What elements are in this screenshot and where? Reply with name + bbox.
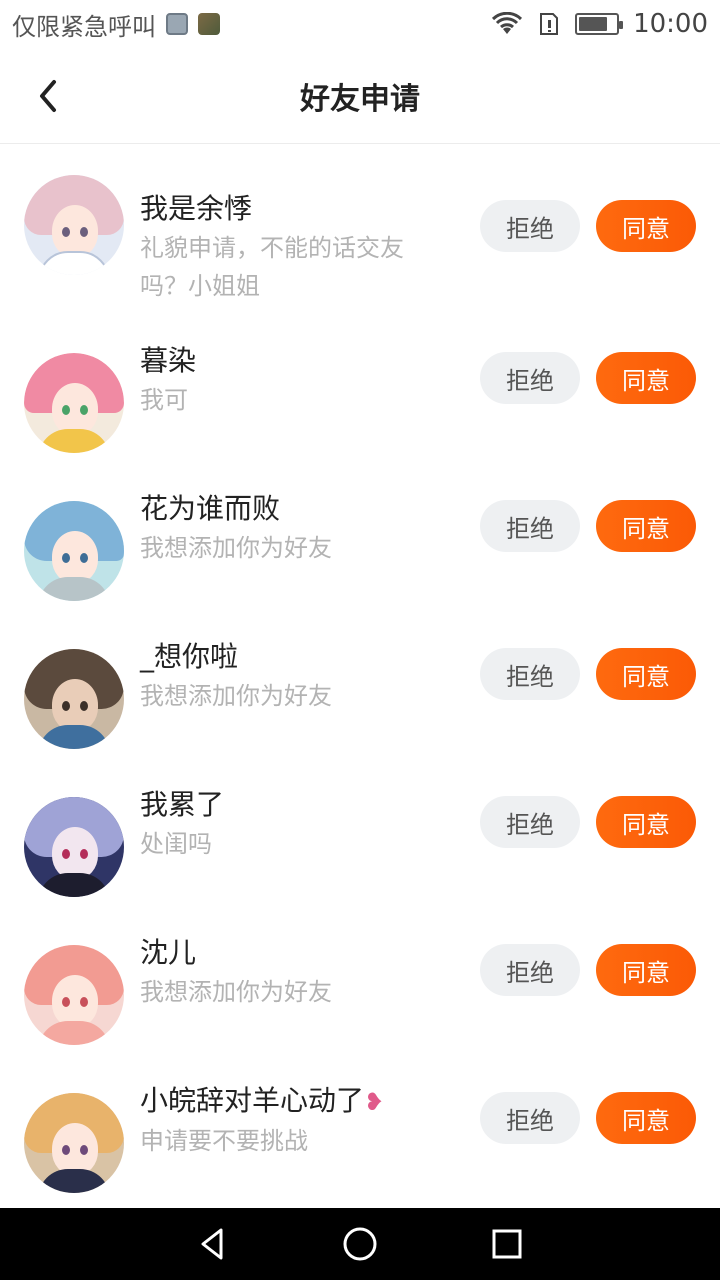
reject-button[interactable]: 拒绝 [480,1092,580,1144]
title-bar: 好友申请 [0,48,720,144]
avatar[interactable] [24,501,124,601]
request-message: 礼貌申请，不能的话交友吗？小姐姐 [140,234,404,300]
chevron-left-icon [40,80,56,112]
accept-button[interactable]: 同意 [596,796,696,848]
request-message: 处闺吗 [140,830,212,858]
battery-icon [575,13,624,35]
sim-alert-icon [537,12,561,36]
requester-name: 小皖辞对羊心动了 [140,1084,365,1117]
request-message: 我想添加你为好友 [140,534,332,562]
image-notification-icon [198,13,220,35]
reject-button[interactable]: 拒绝 [480,796,580,848]
list-item: 小皖辞对羊心动了❥ 申请要不要挑战 拒绝 同意 [0,1063,720,1211]
photo-notification-icon [166,13,188,35]
list-item: 我是余悸 礼貌申请，不能的话交友吗？小姐姐 拒绝 同意 [0,145,720,323]
accept-button[interactable]: 同意 [596,944,696,996]
requester-name: 我累了 [140,788,225,821]
back-triangle-icon[interactable] [193,1224,233,1264]
reject-button[interactable]: 拒绝 [480,200,580,252]
list-item: _想你啦 我想添加你为好友 拒绝 同意 [0,619,720,767]
friend-requests-screen: 仅限紧急呼叫 10:00 好友申请 我是余悸 礼貌申请，不能的话交友吗？小姐姐 … [0,0,720,1280]
request-message: 我想添加你为好友 [140,682,332,710]
requester-name: 沈儿 [140,936,197,969]
requester-name: 暮染 [140,344,197,377]
accept-button[interactable]: 同意 [596,648,696,700]
heart-emoji-icon: ❥ [364,1088,385,1116]
request-message: 我可 [140,386,188,414]
friend-request-list: 我是余悸 礼貌申请，不能的话交友吗？小姐姐 拒绝 同意 暮染 我可 拒绝 同意 [0,145,720,1211]
reject-button[interactable]: 拒绝 [480,500,580,552]
carrier-text: 仅限紧急呼叫 [12,12,156,41]
list-item: 暮染 我可 拒绝 同意 [0,323,720,471]
avatar[interactable] [24,353,124,453]
list-item: 沈儿 我想添加你为好友 拒绝 同意 [0,915,720,1063]
accept-button[interactable]: 同意 [596,500,696,552]
avatar[interactable] [24,1093,124,1193]
list-item: 我累了 处闺吗 拒绝 同意 [0,767,720,915]
requester-name: 花为谁而败 [140,492,281,525]
clock-text: 10:00 [633,9,708,39]
page-title: 好友申请 [300,81,420,117]
accept-button[interactable]: 同意 [596,352,696,404]
avatar[interactable] [24,175,124,275]
request-message: 申请要不要挑战 [140,1127,308,1155]
system-navigation-bar [0,1208,720,1280]
avatar[interactable] [24,945,124,1045]
requester-name: 我是余悸 [140,192,253,225]
reject-button[interactable]: 拒绝 [480,648,580,700]
status-bar: 仅限紧急呼叫 10:00 [0,0,720,48]
requester-name: _想你啦 [140,640,239,673]
list-item: 花为谁而败 我想添加你为好友 拒绝 同意 [0,471,720,619]
accept-button[interactable]: 同意 [596,1092,696,1144]
avatar[interactable] [24,649,124,749]
recents-square-icon[interactable] [487,1224,527,1264]
wifi-icon [491,11,523,36]
back-button[interactable] [24,72,72,120]
accept-button[interactable]: 同意 [596,200,696,252]
reject-button[interactable]: 拒绝 [480,352,580,404]
home-circle-icon[interactable] [340,1224,380,1264]
reject-button[interactable]: 拒绝 [480,944,580,996]
request-message: 我想添加你为好友 [140,978,332,1006]
avatar[interactable] [24,797,124,897]
